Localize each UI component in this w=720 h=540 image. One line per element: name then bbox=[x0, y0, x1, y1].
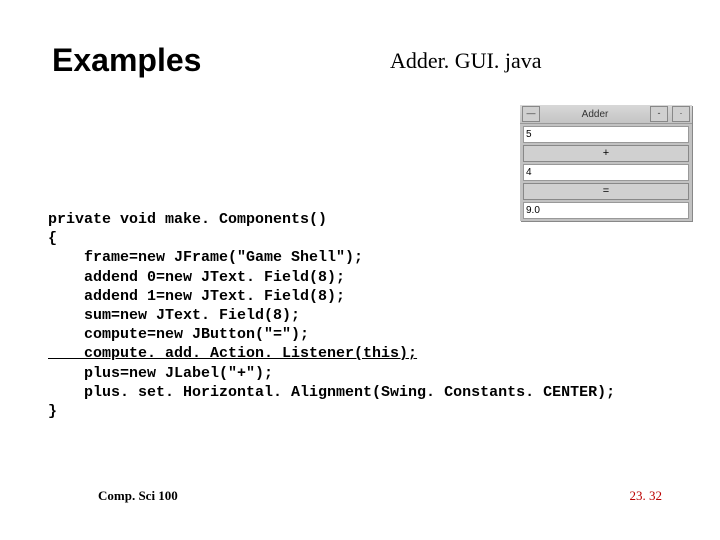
code-line: addend 0=new JText. Field(8); bbox=[48, 269, 345, 286]
code-line: } bbox=[48, 403, 57, 420]
addend1-field[interactable]: 4 bbox=[523, 164, 689, 181]
titlebar: — Adder - · bbox=[520, 105, 692, 124]
footer-page-number: 23. 32 bbox=[630, 488, 663, 504]
code-line: compute=new JButton("="); bbox=[48, 326, 309, 343]
code-line: frame=new JFrame("Game Shell"); bbox=[48, 249, 363, 266]
slide: Examples Adder. GUI. java — Adder - · 5 … bbox=[0, 0, 720, 540]
plus-label: + bbox=[523, 145, 689, 162]
code-line: addend 1=new JText. Field(8); bbox=[48, 288, 345, 305]
window-title: Adder bbox=[542, 109, 648, 120]
minimize-button[interactable]: - bbox=[650, 106, 668, 122]
code-line: sum=new JText. Field(8); bbox=[48, 307, 300, 324]
code-line-underlined: compute. add. Action. Listener(this); bbox=[48, 345, 417, 362]
addend0-field[interactable]: 5 bbox=[523, 126, 689, 143]
code-line: private void make. Components() bbox=[48, 211, 327, 228]
code-block: private void make. Components() { frame=… bbox=[48, 210, 615, 421]
app-window: — Adder - · 5 + 4 = 9.0 bbox=[520, 105, 692, 221]
code-line: { bbox=[48, 230, 57, 247]
code-line: plus=new JLabel("+"); bbox=[48, 365, 273, 382]
footer-course: Comp. Sci 100 bbox=[98, 488, 178, 504]
close-button[interactable]: · bbox=[672, 106, 690, 122]
code-line: plus. set. Horizontal. Alignment(Swing. … bbox=[48, 384, 615, 401]
equals-button[interactable]: = bbox=[523, 183, 689, 200]
slide-title: Examples bbox=[52, 42, 201, 79]
system-menu-icon[interactable]: — bbox=[522, 106, 540, 122]
file-name-label: Adder. GUI. java bbox=[390, 48, 542, 74]
